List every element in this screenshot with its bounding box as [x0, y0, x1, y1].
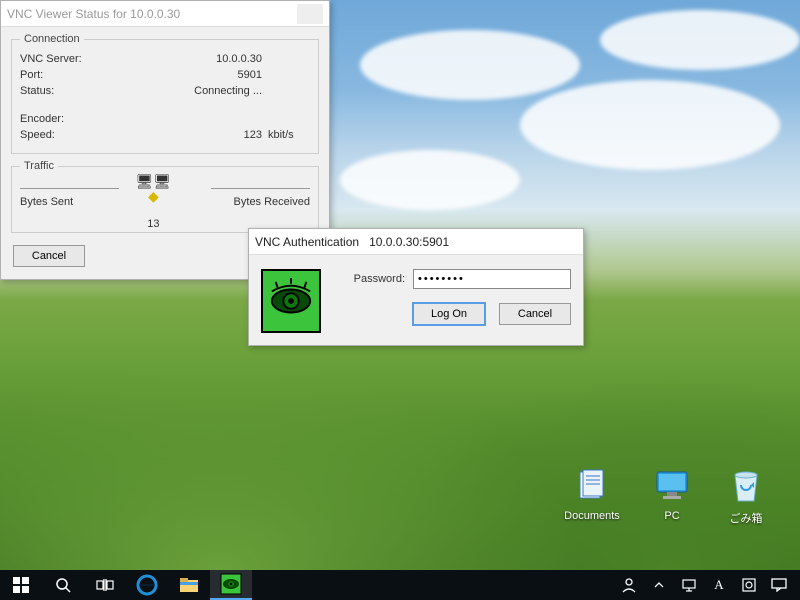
tray-overflow-icon[interactable]	[644, 570, 674, 600]
connection-group: Connection VNC Server: 10.0.0.30 Port: 5…	[11, 33, 319, 154]
logon-button[interactable]: Log On	[413, 303, 485, 325]
window-button[interactable]	[297, 4, 323, 24]
pc-icon	[652, 466, 692, 506]
pc-label: PC	[664, 510, 679, 522]
computers-icon: 🖥🖥	[136, 173, 172, 189]
encoder-label: Encoder:	[20, 113, 110, 125]
task-view-button[interactable]	[84, 570, 126, 600]
taskbar-app-vnc[interactable]	[210, 570, 252, 600]
speed-unit: kbit/s	[268, 129, 310, 141]
desktop-icon-documents[interactable]: Documents	[556, 466, 628, 522]
server-label: VNC Server:	[20, 53, 110, 65]
password-input[interactable]	[413, 269, 571, 289]
password-label: Password:	[333, 273, 405, 285]
bytes-received-label: Bytes Received	[234, 196, 310, 208]
tray-ime-letter[interactable]: A	[704, 570, 734, 600]
auth-titlebar[interactable]: VNC Authentication 10.0.0.30:5901	[249, 229, 583, 255]
speed-value: 123	[110, 129, 262, 141]
desktop-icon-pc[interactable]: PC	[636, 466, 708, 522]
encoder-value	[110, 113, 262, 125]
start-button[interactable]	[0, 570, 42, 600]
show-desktop-button[interactable]	[794, 570, 800, 600]
tray-people-icon[interactable]	[614, 570, 644, 600]
auth-window-title: VNC Authentication 10.0.0.30:5901	[255, 235, 577, 249]
status-label: Status:	[20, 85, 110, 97]
tray-action-center-icon[interactable]	[764, 570, 794, 600]
network-hub-icon: ◆	[148, 188, 159, 204]
connection-legend: Connection	[20, 33, 84, 45]
documents-label: Documents	[564, 510, 620, 522]
status-value: Connecting ...	[110, 85, 262, 97]
auth-title-target: 10.0.0.30:5901	[369, 235, 449, 249]
taskbar-app-explorer[interactable]	[168, 570, 210, 600]
recycle-bin-label: ごみ箱	[730, 513, 763, 525]
documents-icon	[572, 466, 612, 506]
auth-cancel-button[interactable]: Cancel	[499, 303, 571, 325]
status-cancel-button[interactable]: Cancel	[13, 245, 85, 267]
port-label: Port:	[20, 69, 110, 81]
vnc-eye-icon	[261, 269, 321, 333]
server-value: 10.0.0.30	[110, 53, 262, 65]
status-titlebar[interactable]: VNC Viewer Status for 10.0.0.30	[1, 1, 329, 27]
auth-title-prefix: VNC Authentication	[255, 235, 359, 249]
speed-label: Speed:	[20, 129, 110, 141]
traffic-legend: Traffic	[20, 160, 58, 172]
taskbar-app-edge[interactable]	[126, 570, 168, 600]
search-button[interactable]	[42, 570, 84, 600]
desktop-icon-recycle-bin[interactable]: ごみ箱	[710, 466, 782, 526]
bytes-sent-label: Bytes Sent	[20, 196, 73, 208]
vnc-auth-dialog: VNC Authentication 10.0.0.30:5901 Passwo…	[248, 228, 584, 346]
tray-ime-mode-icon[interactable]	[734, 570, 764, 600]
tray-network-icon[interactable]	[674, 570, 704, 600]
bytes-sent-value: 13	[113, 218, 193, 230]
recycle-bin-icon	[726, 466, 766, 506]
port-value: 5901	[110, 69, 262, 81]
taskbar: A	[0, 570, 800, 600]
status-window-title: VNC Viewer Status for 10.0.0.30	[7, 7, 297, 21]
traffic-group: Traffic Bytes Sent 🖥🖥 ◆ 13 Bytes Receive…	[11, 160, 319, 233]
